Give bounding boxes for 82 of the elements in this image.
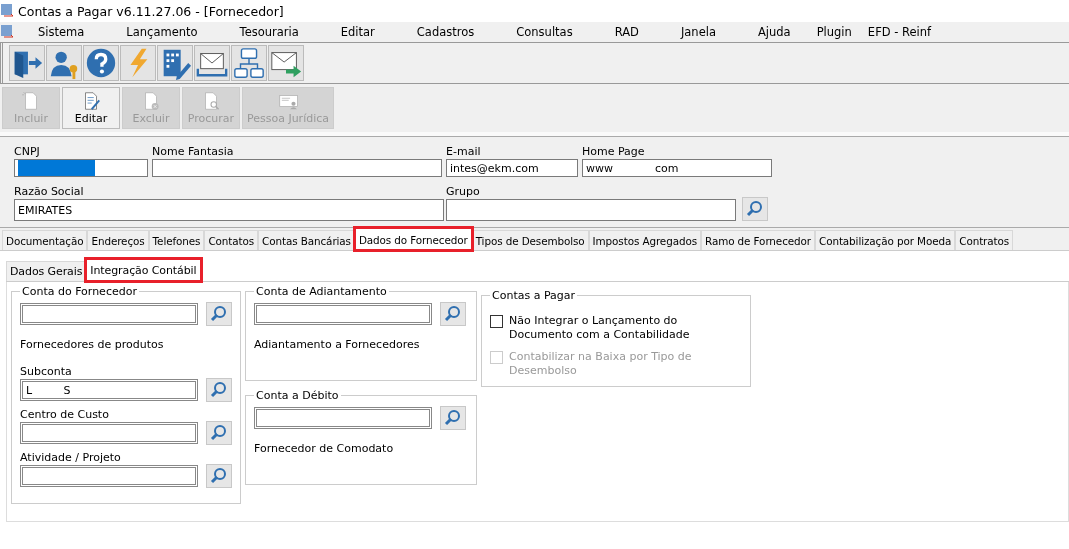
search-icon [210, 467, 228, 485]
group-title: Contas a Pagar [491, 289, 577, 302]
toolbar-button[interactable] [46, 45, 82, 81]
toolbar-button[interactable] [231, 45, 267, 81]
menu-item[interactable]: EFD - Reinf [859, 25, 940, 39]
menu-item[interactable]: Editar [316, 25, 393, 39]
tab[interactable]: Telefones [148, 230, 205, 250]
tab[interactable]: Integração Contábil [86, 259, 201, 281]
account-field[interactable] [254, 407, 432, 429]
menu-item[interactable]: Janela [656, 25, 734, 39]
field-label: E-mail [446, 145, 482, 158]
account-field[interactable] [20, 465, 198, 487]
search-icon [210, 424, 228, 442]
group-title: Conta de Adiantamento [255, 285, 388, 298]
account-field[interactable] [254, 303, 432, 325]
tab[interactable]: Endereços [87, 230, 149, 250]
account-description: Fornecedor de Comodato [254, 442, 395, 455]
search-button[interactable] [742, 197, 768, 221]
group-title: Conta do Fornecedor [21, 285, 138, 298]
window-title: Contas a Pagar v6.11.27.06 - [Fornecedor] [18, 3, 284, 19]
trade-name-field[interactable] [152, 159, 442, 177]
search-button[interactable] [440, 302, 466, 326]
search-icon [746, 200, 764, 218]
checkbox-label: Não Integrar o Lançamento do Documento com a Contabilidade [509, 314, 691, 342]
account-field[interactable]: L S [20, 379, 198, 401]
action-button[interactable]: Editar [62, 87, 120, 129]
search-button[interactable] [206, 302, 232, 326]
search-button[interactable] [206, 378, 232, 402]
field-label: Centro de Custo [20, 408, 110, 421]
help-icon [84, 46, 118, 80]
toolbar-button[interactable] [83, 45, 119, 81]
toolbar-button[interactable] [268, 45, 304, 81]
app-icon[interactable] [0, 24, 14, 40]
toolbar-button[interactable] [9, 45, 45, 81]
app-icon [0, 3, 14, 19]
menu-item[interactable]: Tesouraria [215, 25, 317, 39]
account-field[interactable] [20, 303, 198, 325]
group-title: Conta a Débito [255, 389, 340, 402]
search-button[interactable] [440, 406, 466, 430]
search-icon [444, 305, 462, 323]
company-name-field[interactable]: EMIRATES [14, 199, 444, 221]
menu-item[interactable]: Plugin [808, 25, 860, 39]
field-label: Atividade / Projeto [20, 451, 122, 464]
tab[interactable]: Tipos de Desembolso [471, 230, 589, 250]
field-label: CNPJ [14, 145, 41, 158]
menu-item[interactable]: RAD [590, 25, 657, 39]
search-button[interactable] [206, 464, 232, 488]
checkbox-label: Contabilizar na Baixa por Tipo de Desembolso [509, 350, 693, 378]
checkbox[interactable] [490, 315, 503, 328]
search-icon [210, 305, 228, 323]
field-label: Grupo [446, 185, 481, 198]
group-field[interactable] [446, 199, 736, 221]
menu-item[interactable]: Ajuda [733, 25, 809, 39]
tab[interactable]: Impostos Agregados [588, 230, 701, 250]
tab[interactable]: Dados Gerais [6, 261, 87, 281]
network-icon [232, 46, 266, 80]
menu-item[interactable]: Cadastros [392, 25, 493, 39]
toolbar-button[interactable] [194, 45, 230, 81]
tab[interactable]: Documentação [2, 230, 88, 250]
field-label: Nome Fantasia [152, 145, 235, 158]
account-field[interactable] [20, 422, 198, 444]
account-description: Fornecedores de produtos [20, 338, 165, 351]
menu-item[interactable]: Lançamento [102, 25, 216, 39]
cnpj-field[interactable] [14, 159, 148, 177]
field-label: Subconta [20, 365, 73, 378]
account-description: Adiantamento a Fornecedores [254, 338, 421, 351]
search-icon [444, 409, 462, 427]
field-label: Home Page [582, 145, 646, 158]
tab[interactable]: Contatos [204, 230, 259, 250]
tab[interactable]: Contas Bancárias [258, 230, 355, 250]
field-label: Razão Social [14, 185, 85, 198]
menu-item[interactable]: Sistema [14, 25, 103, 39]
email-field[interactable]: intes@ekm.com [446, 159, 578, 177]
toolbar-button[interactable] [157, 45, 193, 81]
menu-item[interactable]: Consultas [492, 25, 591, 39]
tab[interactable]: Contratos [955, 230, 1014, 250]
tab[interactable]: Contabilização por Moeda [815, 230, 956, 250]
tab[interactable]: Ramo de Fornecedor [701, 230, 815, 250]
home-page-field[interactable]: www com [582, 159, 772, 177]
search-icon [210, 381, 228, 399]
search-button[interactable] [206, 421, 232, 445]
tab[interactable]: Dados do Fornecedor [354, 228, 472, 250]
